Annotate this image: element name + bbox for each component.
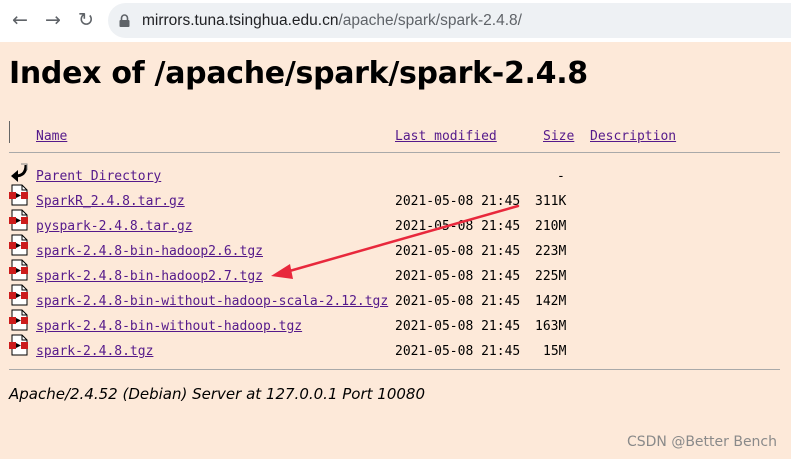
compressed-file-icon — [9, 284, 28, 306]
back-folder-icon — [11, 163, 28, 182]
parent-directory-size: - — [557, 169, 565, 184]
file-size: 311K — [535, 194, 567, 209]
url-path: /apache/spark/spark-2.4.8/ — [338, 12, 522, 29]
file-modified: 2021-05-08 21:45 — [395, 344, 521, 359]
compressed-file-icon — [9, 309, 28, 331]
file-modified: 2021-05-08 21:45 — [395, 294, 521, 309]
file-link[interactable]: spark-2.4.8-bin-hadoop2.6.tgz — [36, 244, 263, 259]
browser-toolbar: ← → ↻ mirrors.tuna.tsinghua.edu.cn/apach… — [0, 0, 791, 42]
file-modified: 2021-05-08 21:45 — [395, 244, 521, 259]
forward-arrow-icon[interactable]: → — [42, 9, 64, 31]
file-link[interactable]: spark-2.4.8.tgz — [36, 344, 153, 359]
file-link[interactable]: pyspark-2.4.8.tar.gz — [36, 219, 193, 234]
file-modified: 2021-05-08 21:45 — [395, 219, 521, 234]
page-title: Index of /apache/spark/spark-2.4.8 — [9, 56, 588, 91]
column-header-description[interactable]: Description — [590, 129, 676, 144]
compressed-file-icon — [9, 334, 28, 356]
file-modified: 2021-05-08 21:45 — [395, 319, 521, 334]
compressed-file-icon — [9, 234, 28, 256]
reload-icon[interactable]: ↻ — [75, 9, 97, 31]
compressed-file-icon — [9, 259, 28, 281]
file-size: 223M — [535, 244, 567, 259]
server-signature: Apache/2.4.52 (Debian) Server at 127.0.0… — [9, 385, 426, 403]
column-header-last-modified[interactable]: Last modified — [395, 129, 497, 144]
file-link[interactable]: spark-2.4.8-bin-hadoop2.7.tgz — [36, 269, 263, 284]
file-size: 15M — [543, 344, 567, 359]
file-size: 210M — [535, 219, 567, 234]
compressed-file-icon — [9, 209, 28, 231]
footer-divider — [9, 369, 780, 370]
compressed-file-icon — [9, 184, 28, 206]
file-size: 163M — [535, 319, 567, 334]
parent-directory-link[interactable]: Parent Directory — [36, 169, 161, 184]
address-bar[interactable]: mirrors.tuna.tsinghua.edu.cn/apache/spar… — [108, 3, 791, 38]
url-text: mirrors.tuna.tsinghua.edu.cn/apache/spar… — [142, 3, 522, 38]
watermark: CSDN @Better Bench — [626, 434, 777, 450]
file-size: 142M — [535, 294, 567, 309]
file-link[interactable]: spark-2.4.8-bin-without-hadoop.tgz — [36, 319, 302, 334]
url-host: mirrors.tuna.tsinghua.edu.cn — [142, 12, 339, 29]
column-header-name[interactable]: Name — [36, 129, 67, 144]
header-divider — [9, 152, 780, 153]
file-link[interactable]: SparkR_2.4.8.tar.gz — [36, 194, 185, 209]
file-link[interactable]: spark-2.4.8-bin-without-hadoop-scala-2.1… — [36, 294, 388, 309]
blank-icon — [9, 121, 10, 143]
file-size: 225M — [535, 269, 567, 284]
file-modified: 2021-05-08 21:45 — [395, 194, 521, 209]
lock-icon — [119, 14, 130, 27]
back-arrow-icon[interactable]: ← — [9, 9, 31, 31]
column-header-size[interactable]: Size — [543, 129, 574, 144]
file-modified: 2021-05-08 21:45 — [395, 269, 521, 284]
